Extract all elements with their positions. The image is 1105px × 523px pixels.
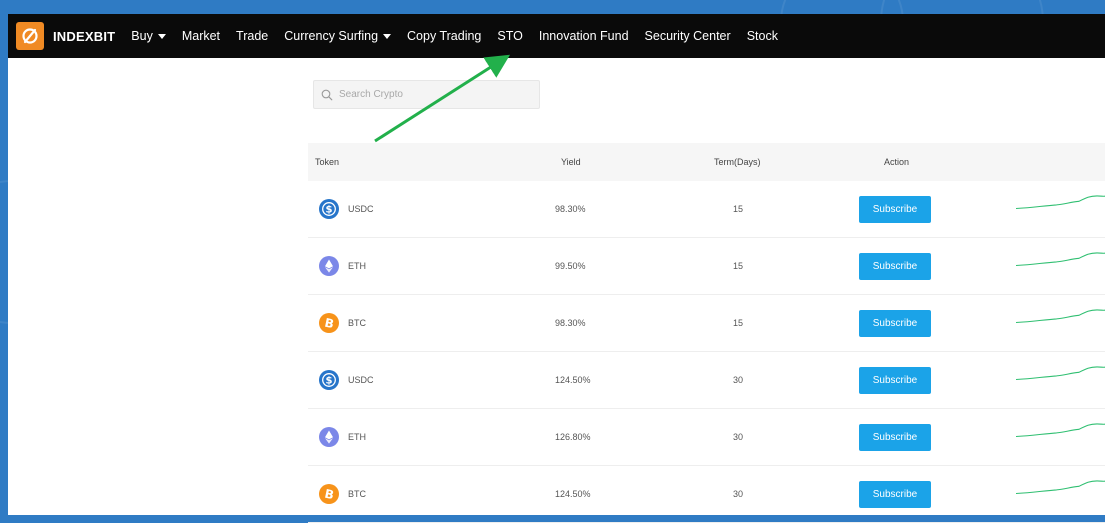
yield-sparkline: [1016, 423, 1105, 438]
table-row: B BTC 124.50% 30 Subscribe: [308, 466, 1105, 523]
subscribe-button[interactable]: Subscribe: [859, 367, 931, 394]
nav-item-currency-surfing[interactable]: Currency Surfing: [284, 29, 392, 43]
term-value: 30: [733, 375, 744, 385]
term-value: 15: [733, 261, 744, 271]
logo-icon: [22, 28, 38, 44]
usdc-icon: $: [319, 199, 339, 219]
token-symbol: ETH: [348, 261, 366, 271]
nav-item-market[interactable]: Market: [182, 29, 220, 43]
token-symbol: BTC: [348, 318, 366, 328]
nav-menu: Buy Market Trade Currency Surfing Copy Tradi…: [123, 29, 786, 43]
caret-down-icon: [157, 33, 166, 39]
token-symbol: BTC: [348, 489, 366, 499]
search-box[interactable]: [313, 80, 540, 109]
nav-item-copy-trading[interactable]: Copy Trading: [407, 29, 481, 43]
yield-value: 98.30%: [555, 204, 586, 214]
btc-icon: B: [319, 313, 339, 333]
subscribe-button[interactable]: Subscribe: [859, 481, 931, 508]
yield-sparkline: [1016, 252, 1105, 267]
nav-item-label: Stock: [746, 29, 778, 43]
yield-sparkline: [1016, 309, 1105, 324]
table-row: B BTC 98.30% 15 Subscribe: [308, 295, 1105, 352]
top-navbar: INDEXBIT Buy Market Trade Currency Surfing C…: [8, 14, 1105, 58]
nav-item-label: Buy: [131, 29, 153, 43]
yield-value: 124.50%: [555, 375, 591, 385]
search-input[interactable]: [337, 88, 531, 101]
yield-sparkline: [1016, 195, 1105, 210]
term-value: 15: [733, 318, 744, 328]
caret-down-icon: [383, 33, 392, 39]
nav-item-stock[interactable]: Stock: [747, 29, 778, 43]
header-token: Token: [315, 157, 340, 167]
subscribe-button[interactable]: Subscribe: [859, 310, 931, 337]
term-value: 30: [733, 432, 744, 442]
subscribe-button[interactable]: Subscribe: [859, 424, 931, 451]
nav-item-buy[interactable]: Buy: [131, 29, 166, 43]
nav-item-label: Security Center: [644, 29, 731, 43]
search-icon: [321, 89, 333, 100]
term-value: 30: [733, 489, 744, 499]
subscribe-button[interactable]: Subscribe: [859, 253, 931, 280]
subscribe-button[interactable]: Subscribe: [859, 196, 931, 223]
table-header: Token Yield Term(Days) Action: [308, 143, 1105, 181]
yield-value: 99.50%: [555, 261, 586, 271]
indexbit-logo[interactable]: [16, 22, 44, 50]
table-row: $ USDC 98.30% 15 Subscribe: [308, 181, 1105, 238]
nav-item-label: Innovation Fund: [538, 29, 629, 43]
header-action: Action: [884, 157, 910, 167]
fund-list-panel: Token Yield Term(Days) Action $ USDC 98.30…: [8, 58, 1105, 523]
nav-item-label: STO: [497, 29, 523, 43]
brand-name[interactable]: INDEXBIT: [53, 29, 115, 44]
nav-item-innovation-fund[interactable]: Innovation Fund: [539, 29, 629, 43]
token-symbol: USDC: [348, 375, 374, 385]
yield-value: 124.50%: [555, 489, 591, 499]
header-yield: Yield: [561, 157, 581, 167]
svg-text:$: $: [326, 376, 333, 387]
usdc-icon: $: [319, 370, 339, 390]
table-row: ETH 99.50% 15 Subscribe: [308, 238, 1105, 295]
eth-icon: [319, 427, 339, 447]
nav-item-security-center[interactable]: Security Center: [645, 29, 731, 43]
nav-item-label: Trade: [236, 29, 269, 43]
nav-item-label: Currency Surfing: [284, 29, 379, 43]
svg-text:$: $: [326, 205, 333, 216]
nav-item-sto[interactable]: STO: [497, 29, 522, 43]
btc-icon: B: [319, 484, 339, 504]
yield-sparkline: [1016, 366, 1105, 381]
yield-value: 98.30%: [555, 318, 586, 328]
table-row: $ USDC 124.50% 30 Subscribe: [308, 352, 1105, 409]
header-term: Term(Days): [714, 157, 761, 167]
token-symbol: USDC: [348, 204, 374, 214]
term-value: 15: [733, 204, 744, 214]
yield-sparkline: [1016, 480, 1105, 495]
table-row: ETH 126.80% 30 Subscribe: [308, 409, 1105, 466]
nav-item-label: Copy Trading: [407, 29, 482, 43]
nav-item-label: Market: [181, 29, 221, 43]
yield-value: 126.80%: [555, 432, 591, 442]
eth-icon: [319, 256, 339, 276]
nav-item-trade[interactable]: Trade: [236, 29, 268, 43]
token-symbol: ETH: [348, 432, 366, 442]
